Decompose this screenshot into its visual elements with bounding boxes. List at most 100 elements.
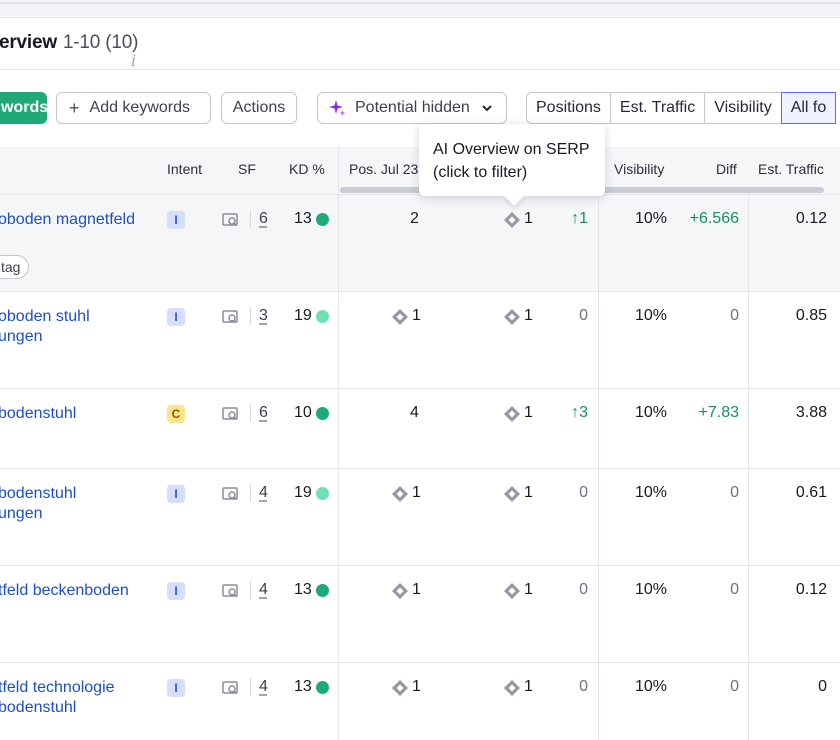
ai-overview-icon[interactable]	[391, 679, 409, 697]
keyword-link[interactable]: bodenstuhl	[0, 404, 76, 424]
divider	[338, 147, 339, 740]
position: 1	[524, 581, 533, 598]
serp-features-icon[interactable]	[222, 680, 240, 696]
sf-count[interactable]: 6	[259, 210, 268, 228]
kd-dot	[316, 407, 329, 420]
diff-value: 0	[730, 484, 739, 501]
keyword-link[interactable]: oboden magnetfeld	[0, 210, 135, 230]
col-kd[interactable]: KD %	[289, 161, 325, 177]
position-change: 0	[579, 484, 588, 501]
ai-overview-icon[interactable]	[503, 308, 521, 326]
position-change: ↑1	[571, 210, 588, 227]
ai-overview-icon[interactable]	[391, 582, 409, 600]
col-visibility[interactable]: Visibility	[614, 161, 664, 177]
kd-dot	[316, 310, 329, 323]
ai-overview-icon[interactable]	[503, 405, 521, 423]
kd-value: 10	[294, 404, 312, 421]
ai-overview-icon[interactable]	[391, 485, 409, 503]
add-keywords-button[interactable]: + Add keywords	[56, 92, 211, 124]
table-row: oboden stuhl ungen I 3 19 1 1 0 10% 0 0.85	[0, 292, 840, 389]
divider	[250, 307, 251, 325]
serp-features-icon[interactable]	[222, 406, 240, 422]
intent-badge: I	[167, 582, 185, 600]
toolbar: words + Add keywords Actions Potential hi…	[0, 92, 840, 124]
kd-value: 13	[294, 678, 312, 695]
ai-overview-icon[interactable]	[503, 679, 521, 697]
diff-value: 0	[730, 581, 739, 598]
ai-overview-icon[interactable]	[503, 485, 521, 503]
col-diff[interactable]: Diff	[716, 161, 737, 177]
segment-all[interactable]: All fo	[780, 92, 837, 124]
position: 1	[524, 404, 533, 421]
position-change: 0	[579, 307, 588, 324]
diff-value: 0	[730, 678, 739, 695]
prev-position: 4	[410, 404, 419, 421]
table-row: tfeld technologie bodenstuhl I 4 13 1 1 0 10% 0 0	[0, 663, 840, 740]
diff-value: 0	[730, 307, 739, 324]
ai-overview-icon[interactable]	[503, 582, 521, 600]
sf-count[interactable]: 4	[259, 678, 268, 696]
divider	[748, 195, 749, 740]
serp-features-icon[interactable]	[222, 309, 240, 325]
actions-button[interactable]: Actions	[221, 92, 297, 124]
visibility-value: 10%	[634, 404, 667, 421]
position-change: 0	[579, 581, 588, 598]
divider	[250, 678, 251, 696]
sf-count[interactable]: 4	[259, 581, 268, 599]
col-sf[interactable]: SF	[238, 161, 256, 177]
ai-overview-icon[interactable]	[391, 308, 409, 326]
prev-position: 1	[412, 581, 421, 598]
chevron-down-icon	[482, 105, 492, 112]
table-row: bodenstuhl ungen I 4 19 1 1 0 10% 0 0.61	[0, 469, 840, 566]
intent-badge: I	[167, 679, 185, 697]
intent-badge: I	[167, 211, 185, 229]
prev-position: 1	[412, 307, 421, 324]
prev-position: 1	[412, 678, 421, 695]
kd-value: 13	[294, 210, 312, 227]
potential-hidden-dropdown[interactable]: Potential hidden	[317, 92, 507, 124]
segment-visibility[interactable]: Visibility	[704, 92, 782, 124]
ai-overview-icon[interactable]	[503, 211, 521, 229]
title-bar: Overview1-10 (10) i	[0, 18, 840, 70]
traffic-value: 0.12	[795, 581, 827, 598]
position: 1	[524, 678, 533, 695]
position: 1	[524, 484, 533, 501]
kd-dot	[316, 584, 329, 597]
sf-count[interactable]: 6	[259, 404, 268, 422]
serp-features-icon[interactable]	[222, 486, 240, 502]
segment-positions[interactable]: Positions	[526, 92, 611, 124]
plus-icon: +	[69, 97, 80, 118]
diff-value: +7.83	[698, 404, 739, 421]
traffic-value: 0.12	[795, 210, 827, 227]
position-change: ↑3	[571, 404, 588, 421]
traffic-value: 0	[818, 678, 827, 695]
sf-count[interactable]: 4	[259, 484, 268, 502]
table-row: tfeld beckenboden I 4 13 1 1 0 10% 0 0.12	[0, 566, 840, 663]
prev-position: 1	[412, 484, 421, 501]
serp-features-icon[interactable]	[222, 212, 240, 228]
keyword-link[interactable]: bodenstuhl ungen	[0, 484, 76, 524]
keywords-button[interactable]: words	[0, 92, 48, 124]
intent-badge: I	[167, 485, 185, 503]
intent-badge: C	[167, 405, 185, 423]
serp-features-icon[interactable]	[222, 583, 240, 599]
info-icon[interactable]: i	[131, 51, 136, 70]
visibility-value: 10%	[634, 210, 667, 227]
segment-est-traffic[interactable]: Est. Traffic	[609, 92, 706, 124]
col-intent[interactable]: Intent	[167, 161, 202, 177]
tag-chip[interactable]: tag	[0, 255, 30, 279]
intent-badge: I	[167, 308, 185, 326]
divider	[250, 484, 251, 502]
keyword-link[interactable]: tfeld beckenboden	[0, 581, 129, 601]
col-traffic[interactable]: Est. Traffic	[758, 161, 824, 177]
diff-value: +6.566	[689, 210, 739, 227]
visibility-value: 10%	[634, 581, 667, 598]
col-pos[interactable]: Pos. Jul 23	[349, 161, 418, 177]
keyword-link[interactable]: tfeld technologie bodenstuhl	[0, 678, 115, 718]
sf-count[interactable]: 3	[259, 307, 268, 325]
divider	[250, 210, 251, 228]
traffic-value: 0.85	[795, 307, 827, 324]
position: 1	[524, 210, 533, 227]
divider	[598, 195, 599, 740]
keyword-link[interactable]: oboden stuhl ungen	[0, 307, 90, 347]
